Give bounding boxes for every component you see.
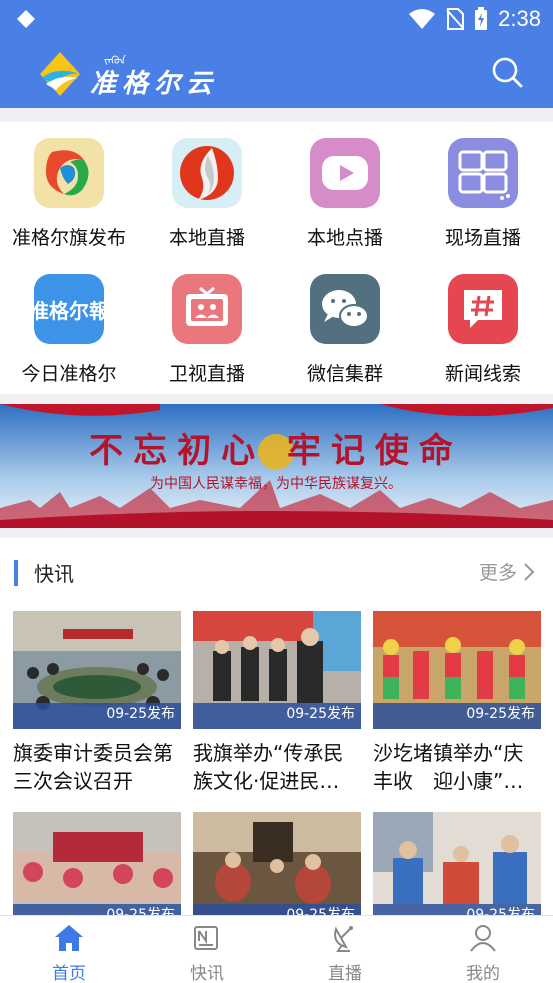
profile-icon bbox=[470, 925, 496, 952]
news-thumbnail: 09-25发布 bbox=[193, 812, 361, 930]
satellite-dish-icon bbox=[334, 926, 353, 952]
grid-item-today[interactable]: 准格尔報 今日准格尔 bbox=[0, 258, 138, 394]
notification-diamond-icon bbox=[17, 10, 35, 28]
tab-profile[interactable]: 我的 bbox=[414, 916, 552, 983]
news-card[interactable]: 09-25发布 沙圪堵镇举办“庆丰收 迎小康”… bbox=[373, 611, 541, 795]
news-section: 快讯 更多 09-25发布 旗委审计委员会第三次会议召开 09-25发布 我旗举… bbox=[0, 538, 553, 930]
tab-label: 直播 bbox=[328, 964, 362, 983]
more-label: 更多 bbox=[478, 562, 517, 584]
banner-headline: 不忘初心 牢记使命 bbox=[89, 431, 463, 471]
status-bar: 2:38 bbox=[0, 0, 553, 38]
more-button[interactable]: 更多 bbox=[479, 558, 535, 585]
app-header: 2:38 ᠵᠡᠭᠦᠨ 准格尔云 bbox=[0, 0, 553, 108]
play-icon bbox=[310, 138, 380, 208]
grid-item-label: 新闻线索 bbox=[444, 363, 521, 385]
news-date: 09-25发布 bbox=[106, 706, 175, 722]
status-time: 2:38 bbox=[498, 6, 541, 31]
news-thumbnail: 09-25发布 bbox=[193, 611, 361, 729]
grid-item-scene-live[interactable]: 现场直播 bbox=[414, 122, 552, 258]
grid-item-local-live[interactable]: 本地直播 bbox=[138, 122, 276, 258]
grid-item-label: 卫视直播 bbox=[168, 363, 245, 385]
grid-item-label: 微信集群 bbox=[306, 363, 383, 385]
banner-subline: 为中国人民谋幸福，为中华民族谋复兴。 bbox=[150, 475, 402, 492]
flame-icon bbox=[172, 138, 242, 208]
tab-label: 快讯 bbox=[190, 964, 224, 983]
app-logo: ᠵᠡᠭᠦᠨ 准格尔云 bbox=[40, 52, 218, 99]
app-logo-icon bbox=[34, 138, 104, 208]
tab-label: 我的 bbox=[466, 964, 500, 983]
svg-text:准格尔報: 准格尔報 bbox=[34, 299, 104, 323]
wifi-icon bbox=[409, 9, 436, 29]
news-thumbnail: 09-25发布 bbox=[373, 611, 541, 729]
section-accent-bar bbox=[14, 560, 18, 586]
news-card[interactable]: 09-25发布 bbox=[193, 812, 361, 930]
news-thumbnail: 09-25发布 bbox=[13, 812, 181, 930]
news-title: 沙圪堵镇举办“庆丰收 迎小康”… bbox=[373, 741, 524, 793]
live-scene-icon bbox=[448, 138, 518, 208]
svg-text:准格尔云: 准格尔云 bbox=[90, 69, 218, 99]
chevron-right-icon bbox=[524, 562, 535, 581]
hashtag-icon bbox=[448, 274, 518, 344]
wechat-icon bbox=[310, 274, 380, 344]
shortcut-grid: 准格尔旗发布 本地直播 本地点播 现场直播 准格尔報 今日准格尔 卫视直播 微信… bbox=[0, 122, 553, 394]
news-card[interactable]: 09-25发布 旗委审计委员会第三次会议召开 bbox=[13, 611, 181, 795]
grid-item-label: 今日准格尔 bbox=[21, 363, 117, 385]
svg-text:ᠵᠡᠭᠦᠨ: ᠵᠡᠭᠦᠨ bbox=[104, 54, 126, 67]
grid-item-label: 现场直播 bbox=[444, 227, 521, 249]
grid-item-satellite-tv[interactable]: 卫视直播 bbox=[138, 258, 276, 394]
news-date: 09-25发布 bbox=[286, 706, 355, 722]
bottom-navigation: 首页 快讯 直播 我的 bbox=[0, 915, 553, 983]
home-icon bbox=[55, 925, 83, 951]
grid-item-label: 本地点播 bbox=[306, 227, 383, 249]
news-card[interactable]: 09-25发布 bbox=[13, 812, 181, 930]
battery-charging-icon bbox=[475, 7, 488, 30]
tab-live[interactable]: 直播 bbox=[276, 916, 414, 983]
search-icon[interactable] bbox=[491, 56, 523, 88]
news-icon bbox=[194, 926, 218, 950]
banner-image: 不忘初心 牢记使命 为中国人民谋幸福，为中华民族谋复兴。 bbox=[0, 404, 553, 528]
tab-news[interactable]: 快讯 bbox=[138, 916, 276, 983]
tab-home[interactable]: 首页 bbox=[0, 916, 138, 983]
tv-icon bbox=[172, 274, 242, 344]
news-thumbnail: 09-25发布 bbox=[13, 611, 181, 729]
promo-banner[interactable]: 不忘初心 牢记使命 为中国人民谋幸福，为中华民族谋复兴。 bbox=[0, 404, 553, 528]
section-title: 快讯 bbox=[34, 562, 74, 586]
no-sim-icon bbox=[446, 8, 465, 30]
news-thumbnail: 09-25发布 bbox=[373, 812, 541, 930]
app-root: 2:38 ᠵᠡᠭᠦᠨ 准格尔云 准格尔旗发布 本地直播 本地点播 现场直播 准格… bbox=[0, 0, 553, 983]
grid-item-label: 本地直播 bbox=[168, 227, 245, 249]
grid-item-fabu[interactable]: 准格尔旗发布 bbox=[0, 122, 138, 258]
tab-label: 首页 bbox=[52, 964, 86, 983]
grid-item-wechat[interactable]: 微信集群 bbox=[276, 258, 414, 394]
news-date: 09-25发布 bbox=[466, 706, 535, 722]
grid-item-local-vod[interactable]: 本地点播 bbox=[276, 122, 414, 258]
newspaper-text-icon: 准格尔報 bbox=[34, 274, 104, 344]
news-title: 我旗举办“传承民族文化·促进民… bbox=[193, 741, 344, 793]
grid-item-label: 准格尔旗发布 bbox=[11, 227, 126, 249]
news-card[interactable]: 09-25发布 我旗举办“传承民族文化·促进民… bbox=[193, 611, 361, 795]
news-card[interactable]: 09-25发布 bbox=[373, 812, 541, 930]
grid-item-tips[interactable]: 新闻线索 bbox=[414, 258, 552, 394]
news-title: 旗委审计委员会第三次会议召开 bbox=[13, 741, 173, 793]
